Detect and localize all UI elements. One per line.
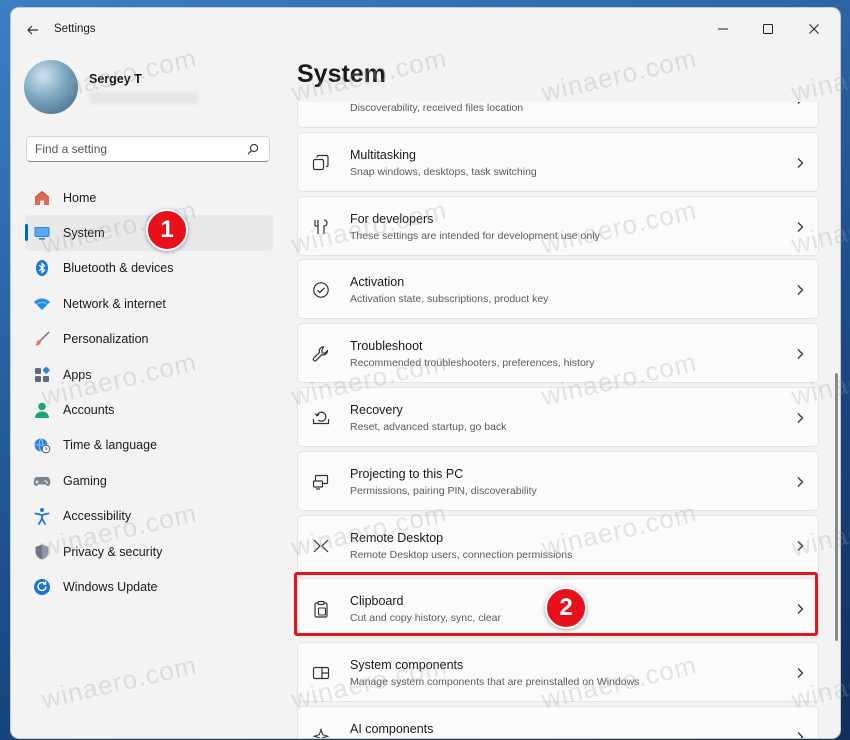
sidebar-item-apps[interactable]: Apps [25, 357, 273, 392]
chevron-right-icon [797, 157, 804, 168]
sidebar-item-network[interactable]: Network & internet [25, 286, 273, 321]
sidebar-item-accessibility[interactable]: Accessibility [25, 499, 273, 534]
sidebar-item-home[interactable]: Home [25, 180, 273, 215]
chevron-right-icon [797, 102, 801, 104]
annotation-badge-1: 1 [146, 209, 188, 251]
system-display-icon [33, 224, 51, 242]
accessibility-icon [33, 507, 51, 526]
settings-window: Settings Sergey T Home [11, 8, 840, 738]
chevron-right-icon [797, 732, 804, 738]
close-button[interactable] [792, 14, 836, 44]
sidebar-item-gaming[interactable]: Gaming [25, 463, 273, 498]
sidebar-item-bluetooth[interactable]: Bluetooth & devices [25, 251, 273, 286]
minimize-icon [718, 28, 728, 30]
search-box[interactable] [26, 136, 270, 162]
bluetooth-icon [33, 259, 51, 277]
sidebar-item-time-language[interactable]: Time & language [25, 428, 273, 463]
gamepad-icon [33, 472, 51, 490]
update-icon [33, 578, 51, 596]
sidebar: Sergey T Home System [11, 52, 283, 738]
setting-multitasking[interactable]: Multitasking Snap windows, desktops, tas… [297, 131, 819, 192]
home-icon [33, 189, 51, 207]
annotation-badge-2: 2 [545, 587, 587, 629]
components-icon [312, 667, 330, 680]
user-email-redacted [89, 92, 199, 104]
chevron-right-icon [797, 221, 804, 232]
developer-tools-icon [314, 218, 328, 234]
minimize-button[interactable] [701, 14, 745, 44]
search-input[interactable] [35, 141, 235, 157]
setting-activation[interactable]: Activation Activation state, subscriptio… [297, 259, 819, 320]
title-bar: Settings [11, 8, 840, 52]
app-title: Settings [54, 23, 96, 35]
brush-icon [33, 330, 51, 348]
search-icon[interactable] [247, 143, 259, 155]
shield-icon [33, 543, 51, 561]
remote-desktop-icon [313, 539, 329, 553]
setting-system-components[interactable]: System components Manage system componen… [297, 642, 819, 703]
share-icon [312, 102, 330, 108]
sidebar-nav: Home System Bluetooth & devices Network … [25, 180, 273, 605]
setting-ai-components[interactable]: AI components [297, 706, 819, 738]
chevron-right-icon [797, 413, 804, 423]
globe-clock-icon [33, 436, 51, 454]
wrench-icon [312, 346, 329, 362]
back-arrow-icon[interactable] [25, 22, 41, 38]
setting-recovery[interactable]: Recovery Reset, advanced startup, go bac… [297, 387, 819, 447]
check-circle-icon [313, 282, 329, 299]
user-name: Sergey T [89, 72, 142, 86]
chevron-right-icon [797, 668, 804, 679]
avatar[interactable] [24, 60, 78, 114]
chevron-right-icon [797, 604, 804, 615]
sidebar-item-accounts[interactable]: Accounts [25, 392, 273, 427]
close-icon [809, 24, 819, 34]
page-title: System [297, 60, 386, 88]
chevron-right-icon [797, 540, 804, 551]
setting-for-developers[interactable]: For developers These settings are intend… [297, 195, 819, 256]
projector-icon [312, 474, 329, 490]
apps-icon [33, 366, 51, 384]
chevron-right-icon [797, 476, 804, 487]
clipboard-icon [314, 601, 328, 618]
chevron-right-icon [797, 285, 804, 296]
recovery-icon [312, 411, 330, 425]
chevron-right-icon [797, 349, 804, 360]
setting-projecting[interactable]: Projecting to this PC Permissions, pairi… [297, 450, 819, 511]
scrollbar-thumb[interactable] [835, 373, 838, 641]
ai-icon [312, 728, 330, 738]
sidebar-item-windows-update[interactable]: Windows Update [25, 569, 273, 604]
maximize-icon [763, 24, 773, 34]
wifi-icon [33, 295, 51, 313]
maximize-button[interactable] [746, 14, 790, 44]
person-icon [33, 401, 51, 419]
setting-troubleshoot[interactable]: Troubleshoot Recommended troubleshooters… [297, 323, 819, 384]
sidebar-item-privacy[interactable]: Privacy & security [25, 534, 273, 569]
multitasking-icon [312, 154, 329, 170]
settings-list: Discoverability, received files location… [297, 102, 821, 738]
sidebar-item-personalization[interactable]: Personalization [25, 322, 273, 357]
setting-remote-desktop[interactable]: Remote Desktop Remote Desktop users, con… [297, 514, 819, 575]
setting-nearby-sharing[interactable]: Discoverability, received files location [297, 102, 819, 128]
